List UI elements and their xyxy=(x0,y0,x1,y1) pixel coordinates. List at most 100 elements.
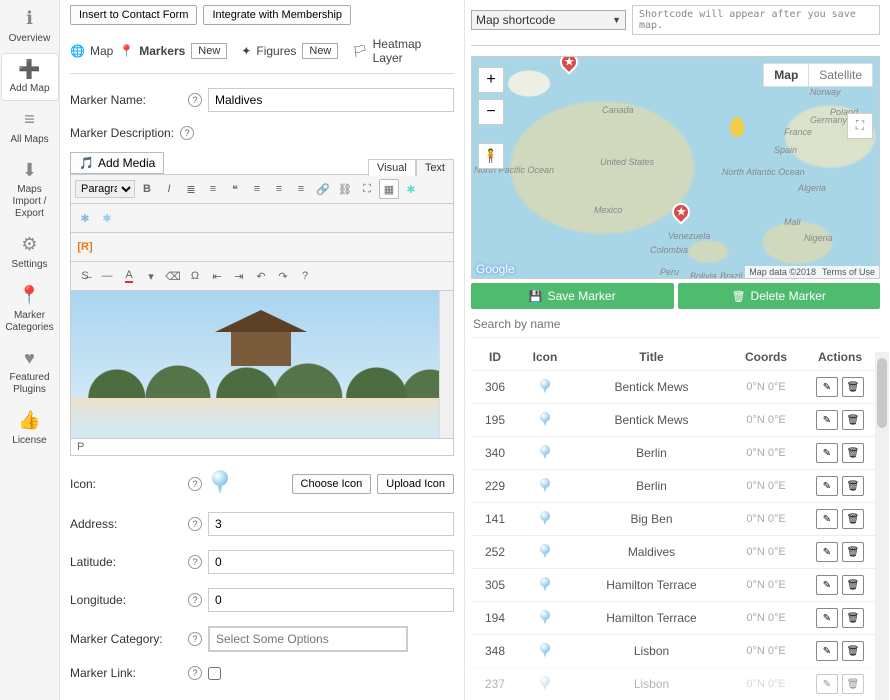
map-preview[interactable]: North Pacific Ocean North Atlantic Ocean… xyxy=(471,56,880,279)
choose-icon-button[interactable]: Choose Icon xyxy=(292,474,372,494)
delete-marker-button[interactable]: 🗑Delete Marker xyxy=(678,283,881,309)
longitude-input[interactable] xyxy=(208,588,454,612)
help-icon[interactable]: ? xyxy=(188,517,202,531)
edit-button[interactable]: ✎ xyxy=(816,377,838,397)
help-icon[interactable]: ? xyxy=(188,93,202,107)
edit-button[interactable]: ✎ xyxy=(816,509,838,529)
char-icon[interactable]: Ω xyxy=(185,266,205,286)
zoom-in-button[interactable]: + xyxy=(478,67,504,93)
preview-image xyxy=(71,291,453,438)
tab-figures[interactable]: ✦Figures xyxy=(241,44,296,58)
help-icon[interactable]: ? xyxy=(180,126,194,140)
delete-button[interactable]: 🗑 xyxy=(842,410,864,430)
sidebar-item-settings[interactable]: ⚙Settings xyxy=(1,228,59,277)
fullscreen-button[interactable]: ⛶ xyxy=(847,113,873,139)
clear-icon[interactable]: ⌫ xyxy=(163,266,183,286)
strike-icon[interactable]: S̶ xyxy=(75,266,95,286)
marker-link-checkbox[interactable] xyxy=(208,667,221,680)
zoom-out-button[interactable]: − xyxy=(478,99,504,125)
help-icon[interactable]: ? xyxy=(188,593,202,607)
sidebar-item-license[interactable]: 👍License xyxy=(1,404,59,453)
edit-button[interactable]: ✎ xyxy=(816,410,838,430)
edit-button[interactable]: ✎ xyxy=(816,575,838,595)
edit-button[interactable]: ✎ xyxy=(816,542,838,562)
align-left-icon[interactable]: ≡ xyxy=(247,179,267,199)
indent-icon[interactable]: ⇥ xyxy=(229,266,249,286)
undo-icon[interactable]: ↶ xyxy=(251,266,271,286)
scrollbar[interactable] xyxy=(439,291,453,438)
italic-icon[interactable]: I xyxy=(159,179,179,199)
marker-name-input[interactable] xyxy=(208,88,454,112)
delete-button[interactable]: 🗑 xyxy=(842,542,864,562)
map-type-satellite[interactable]: Satellite xyxy=(808,64,872,86)
map-attr-terms[interactable]: Terms of Use xyxy=(822,267,875,277)
bold-icon[interactable]: B xyxy=(137,179,157,199)
redo-icon[interactable]: ↷ xyxy=(273,266,293,286)
chevron-down-icon[interactable]: ▾ xyxy=(141,266,161,286)
sidebar-item-all-maps[interactable]: ≡All Maps xyxy=(1,103,59,152)
editor-tab-text[interactable]: Text xyxy=(416,159,454,176)
edit-button[interactable]: ✎ xyxy=(816,674,838,694)
outdent-icon[interactable]: ⇤ xyxy=(207,266,227,286)
save-marker-button[interactable]: 💾Save Marker xyxy=(471,283,674,309)
cell-actions: ✎🗑 xyxy=(802,509,878,529)
delete-button[interactable]: 🗑 xyxy=(842,641,864,661)
sidebar-item-marker-categories[interactable]: 📍Marker Categories xyxy=(1,279,59,340)
tab-map[interactable]: 🌐Map xyxy=(70,44,113,58)
tab-heatmap[interactable]: 🏳Heatmap Layer xyxy=(352,37,454,65)
delete-button[interactable]: 🗑 xyxy=(842,476,864,496)
edit-button[interactable]: ✎ xyxy=(816,608,838,628)
category-select[interactable] xyxy=(208,626,408,652)
sidebar-item-featured-plugins[interactable]: ♥Featured Plugins xyxy=(1,342,59,403)
delete-button[interactable]: 🗑 xyxy=(842,608,864,628)
align-center-icon[interactable]: ≡ xyxy=(269,179,289,199)
shortcode-icon[interactable]: [R] xyxy=(75,237,95,257)
link-icon[interactable]: 🔗 xyxy=(313,179,333,199)
delete-button[interactable]: 🗑 xyxy=(842,509,864,529)
editor-body[interactable] xyxy=(70,291,454,439)
hr-icon[interactable]: — xyxy=(97,266,117,286)
quote-icon[interactable]: ❝ xyxy=(225,179,245,199)
help-icon[interactable]: ? xyxy=(188,555,202,569)
tab-markers[interactable]: 📍Markers xyxy=(119,44,185,58)
unlink-icon[interactable]: ⛓ xyxy=(335,179,355,199)
delete-button[interactable]: 🗑 xyxy=(842,443,864,463)
edit-button[interactable]: ✎ xyxy=(816,476,838,496)
sidebar-item-overview[interactable]: ℹOverview xyxy=(1,2,59,51)
delete-button[interactable]: 🗑 xyxy=(842,377,864,397)
align-right-icon[interactable]: ≡ xyxy=(291,179,311,199)
fullscreen-icon[interactable]: ⛶ xyxy=(357,179,377,199)
plugin-icon2[interactable]: ✱ xyxy=(97,208,117,228)
edit-button[interactable]: ✎ xyxy=(816,641,838,661)
help-icon[interactable]: ? xyxy=(188,632,202,646)
scrollbar[interactable] xyxy=(875,352,889,700)
format-select[interactable]: Paragraph xyxy=(75,180,135,198)
map-country-label: Venezuela xyxy=(668,231,710,241)
toolbar-toggle-icon[interactable]: ▦ xyxy=(379,179,399,199)
shortcode-select[interactable]: Map shortcode ▼ xyxy=(471,10,626,30)
search-input[interactable] xyxy=(471,311,880,338)
upload-icon-button[interactable]: Upload Icon xyxy=(377,474,454,494)
extra-icon[interactable]: ✱ xyxy=(401,179,421,199)
pegman-icon[interactable]: 🧍 xyxy=(478,143,504,169)
plugin-icon[interactable]: ✱ xyxy=(75,208,95,228)
sidebar-item-import-export[interactable]: ⬇Maps Import / Export xyxy=(1,154,59,227)
sidebar-item-add-map[interactable]: ➕Add Map xyxy=(1,53,59,102)
help-icon[interactable]: ? xyxy=(188,477,202,491)
list-ol-icon[interactable]: ≡ xyxy=(203,179,223,199)
edit-button[interactable]: ✎ xyxy=(816,443,838,463)
list-ul-icon[interactable]: ≣ xyxy=(181,179,201,199)
map-type-map[interactable]: Map xyxy=(764,64,808,86)
address-input[interactable] xyxy=(208,512,454,536)
help2-icon[interactable]: ? xyxy=(295,266,315,286)
latitude-input[interactable] xyxy=(208,550,454,574)
textcolor-icon[interactable]: A xyxy=(119,266,139,286)
delete-button[interactable]: 🗑 xyxy=(842,674,864,694)
help-icon[interactable]: ? xyxy=(188,666,202,680)
add-media-button[interactable]: 🎵Add Media xyxy=(70,152,164,174)
editor-tab-visual[interactable]: Visual xyxy=(368,159,416,176)
delete-button[interactable]: 🗑 xyxy=(842,575,864,595)
integrate-membership-button[interactable]: Integrate with Membership xyxy=(203,5,351,25)
insert-contact-button[interactable]: Insert to Contact Form xyxy=(70,5,197,25)
map-marker-yellow[interactable] xyxy=(730,117,744,137)
